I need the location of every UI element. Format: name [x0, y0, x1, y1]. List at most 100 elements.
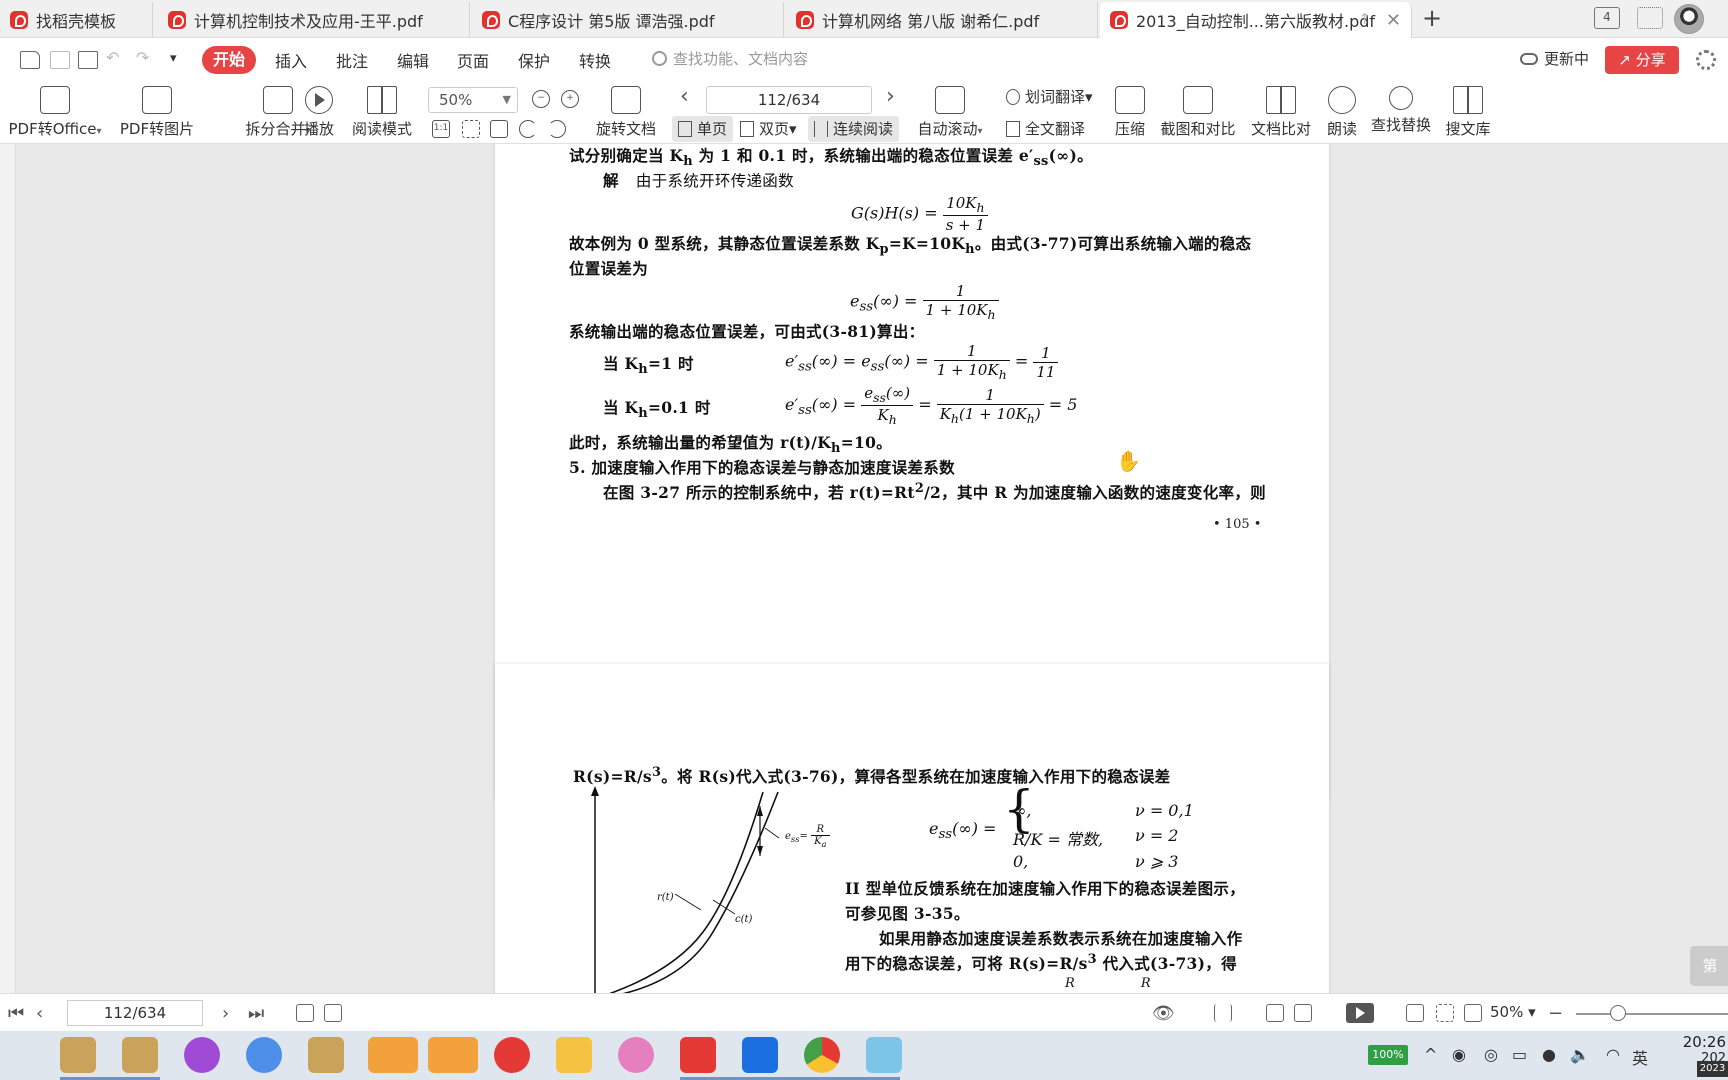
app-icon[interactable] — [122, 1037, 158, 1073]
eye-icon[interactable]: 👁 — [1152, 1003, 1175, 1024]
new-tab-button[interactable]: + — [1422, 4, 1442, 32]
menu-page[interactable]: 页面 — [457, 48, 489, 72]
side-tab[interactable]: 第 — [1690, 946, 1728, 986]
menu-convert[interactable]: 转换 — [579, 48, 611, 72]
tab-document[interactable]: C程序设计 第5版 谭浩强.pdf — [472, 2, 784, 38]
tab-template[interactable]: 找稻壳模板 — [0, 2, 153, 38]
forward-icon[interactable] — [324, 1004, 342, 1022]
word-translate-button[interactable]: 划词翻译▾ — [1000, 84, 1099, 110]
battery-indicator[interactable]: 100% — [1368, 1045, 1408, 1065]
chevron-down-icon[interactable]: ▾ — [170, 51, 177, 66]
rotate-right-icon[interactable] — [548, 120, 566, 138]
next-page-icon[interactable]: › — [222, 1003, 229, 1024]
single-page-icon[interactable] — [1266, 1004, 1284, 1022]
zoom-in-icon[interactable]: + — [561, 90, 579, 108]
actual-size-icon[interactable]: 1:1 — [432, 120, 450, 138]
compress-button[interactable]: 压缩 — [1112, 82, 1148, 144]
find-replace-button[interactable]: 查找替换 — [1370, 82, 1432, 144]
document-viewer[interactable]: 试分别确定当 Kh 为 1 和 0.1 时，系统输出端的稳态位置误差 e′ss(… — [0, 144, 1728, 993]
zoom-select[interactable]: 50% ▼ — [428, 87, 518, 113]
back-icon[interactable] — [296, 1004, 314, 1022]
read-mode-button[interactable]: 阅读模式 — [350, 82, 414, 144]
first-page-icon[interactable]: ⏮ — [8, 1003, 24, 1024]
prev-page-icon[interactable]: ‹ — [36, 1003, 43, 1024]
undo-icon[interactable]: ↶ — [106, 48, 119, 67]
save-icon[interactable] — [50, 51, 70, 69]
avatar[interactable] — [1674, 4, 1704, 34]
tab-document[interactable]: 计算机网络 第八版 谢希仁.pdf — [786, 2, 1098, 38]
cloud-drive-icon[interactable] — [246, 1037, 282, 1073]
zoom-select[interactable]: 50% ▾ — [1490, 1003, 1536, 1021]
fit-page-icon[interactable] — [462, 120, 480, 138]
app-icon[interactable] — [308, 1037, 344, 1073]
doc-compare-button[interactable]: 文档比对 — [1250, 82, 1312, 144]
single-page-button[interactable]: 单页 — [672, 116, 734, 142]
folder-icon[interactable] — [556, 1037, 592, 1073]
print-icon[interactable] — [78, 51, 98, 69]
page-number-input[interactable]: 112/634 — [706, 86, 872, 114]
share-button[interactable]: ↗ 分享 — [1605, 46, 1679, 74]
tab-document[interactable]: 计算机控制技术及应用-王平.pdf — [158, 2, 470, 38]
photos-icon[interactable] — [742, 1037, 778, 1073]
play-button[interactable]: 播放 — [298, 82, 340, 144]
redo-icon[interactable]: ↷ — [136, 48, 149, 67]
close-icon[interactable]: ✕ — [1386, 10, 1401, 31]
menu-insert[interactable]: 插入 — [275, 48, 307, 72]
rotate-left-icon[interactable] — [519, 120, 537, 138]
wps-icon[interactable] — [680, 1037, 716, 1073]
tab-document-active[interactable]: 2013_自动控制...第六版教材.pdf ↑ ✕ — [1100, 2, 1412, 38]
continuous-view-icon[interactable] — [1214, 1004, 1232, 1022]
next-page-icon[interactable]: › — [886, 84, 895, 109]
screenshot-compare-button[interactable]: 截图和对比 — [1160, 82, 1236, 144]
zoom-slider-handle[interactable] — [1610, 1005, 1626, 1021]
window-count-button[interactable]: 4 — [1594, 7, 1620, 29]
fit-width-icon[interactable] — [490, 120, 508, 138]
pdf-to-office-button[interactable]: PDF转Office▾ — [6, 82, 104, 144]
menu-protect[interactable]: 保护 — [518, 48, 550, 72]
menu-start[interactable]: 开始 — [202, 46, 256, 74]
fit-width-icon[interactable] — [1464, 1004, 1482, 1022]
zoom-out-icon[interactable]: − — [532, 90, 550, 108]
rotate-document-button[interactable]: 旋转文档 — [590, 82, 662, 144]
chrome-icon[interactable] — [804, 1037, 840, 1073]
page-number-input[interactable]: 112/634 — [67, 1000, 203, 1026]
gear-icon[interactable] — [1696, 50, 1716, 70]
tray-app-icon[interactable]: ▭ — [1512, 1045, 1527, 1064]
tray-app-icon[interactable]: ◎ — [1484, 1045, 1498, 1064]
last-page-icon[interactable]: ⏭ — [248, 1003, 264, 1024]
update-status[interactable]: 更新中 — [1520, 48, 1589, 69]
browser-icon[interactable] — [494, 1037, 530, 1073]
chevron-up-icon[interactable]: ^ — [1424, 1045, 1437, 1064]
fit-page-icon[interactable] — [1436, 1004, 1454, 1022]
microphone-icon[interactable]: ● — [1542, 1045, 1556, 1064]
read-aloud-button[interactable]: 朗读 — [1324, 82, 1360, 144]
wifi-icon[interactable]: ◠ — [1606, 1045, 1620, 1064]
actual-size-icon[interactable] — [1406, 1004, 1424, 1022]
auto-scroll-button[interactable]: 自动滚动▾ — [912, 82, 988, 144]
tray-app-icon[interactable]: ◉ — [1452, 1045, 1466, 1064]
zoom-out-icon[interactable]: − — [1548, 1003, 1563, 1024]
search-library-button[interactable]: 搜文库 — [1444, 82, 1492, 144]
search-icon — [1389, 86, 1413, 110]
continuous-read-button[interactable]: 连续阅读 — [808, 116, 900, 142]
qq-icon[interactable] — [428, 1037, 478, 1073]
app-icon[interactable] — [866, 1037, 902, 1073]
ime-indicator[interactable]: 英 — [1632, 1045, 1648, 1069]
open-folder-icon[interactable] — [20, 51, 40, 69]
full-translate-button[interactable]: 全文翻译 — [1000, 116, 1091, 142]
zoom-slider[interactable] — [1576, 1013, 1728, 1015]
search-input[interactable]: 查找功能、文档内容 — [652, 48, 808, 69]
apple-icon[interactable] — [184, 1037, 220, 1073]
grid-view-icon[interactable] — [1637, 7, 1663, 29]
menu-annotate[interactable]: 批注 — [336, 48, 368, 72]
double-page-icon[interactable] — [1294, 1004, 1312, 1022]
pdf-to-image-button[interactable]: PDF转图片 — [118, 82, 196, 144]
prev-page-icon[interactable]: ‹ — [680, 84, 689, 109]
wechat-icon[interactable] — [368, 1037, 418, 1073]
speaker-icon[interactable]: 🔈 — [1570, 1045, 1590, 1064]
menu-edit[interactable]: 编辑 — [397, 48, 429, 72]
app-icon[interactable] — [60, 1037, 96, 1073]
double-page-button[interactable]: 双页▾ — [734, 116, 803, 142]
play-icon[interactable] — [1346, 1003, 1374, 1023]
app-icon[interactable] — [618, 1037, 654, 1073]
